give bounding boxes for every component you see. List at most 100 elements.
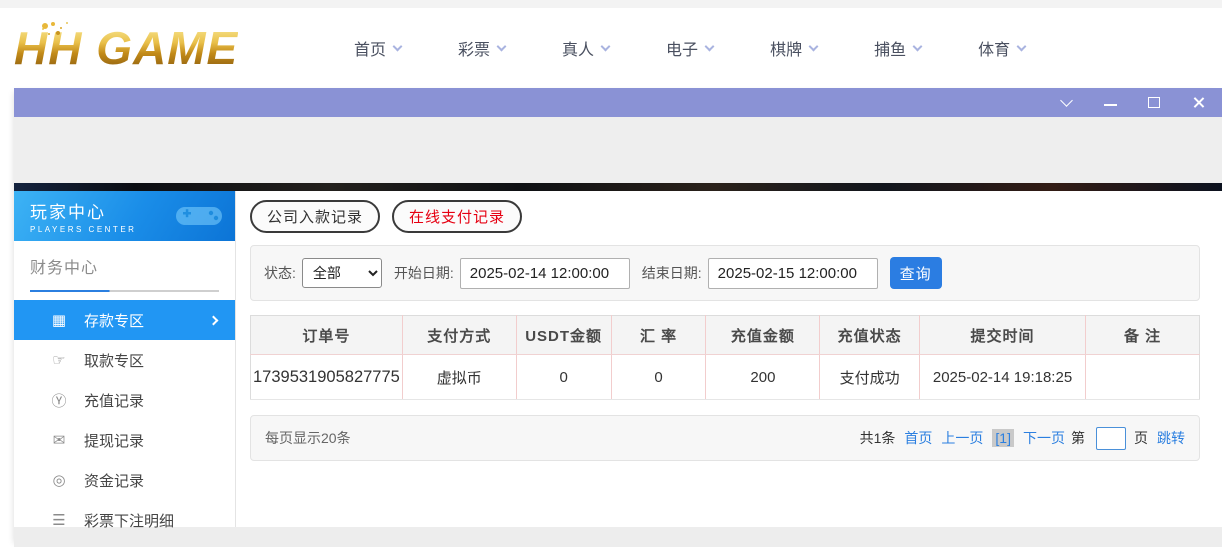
workspace-blank-area [14,117,1222,183]
brand-logo[interactable]: HH GAME [14,22,284,74]
end-date-label: 结束日期: [641,265,702,281]
chevron-down-icon [912,41,923,51]
payment-records-table: 订单号 支付方式 USDT金额 汇 率 充值金额 充值状态 提交时间 备 注 1… [250,315,1200,400]
jump-prefix-text: 第 [1071,430,1085,446]
jump-button[interactable]: 跳转 [1157,428,1185,448]
col-payment-method: 支付方式 [402,315,517,355]
content-area: 公司入款记录 在线支付记录 状态: 全部 开始日期: 结束日期: 查询 [236,191,1222,527]
sidebar-item-funds-records[interactable]: ◎ 资金记录 [14,460,235,500]
tab-online-payment-records[interactable]: 在线支付记录 [392,200,523,233]
filter-panel: 状态: 全部 开始日期: 结束日期: 查询 [250,245,1200,301]
start-date-label: 开始日期: [393,265,454,281]
chevron-down-icon [600,41,611,51]
players-center-header: 玩家中心 PLAYERS CENTER [14,191,235,241]
chevron-right-icon [208,315,219,325]
site-header: HH GAME 首页 彩票 真人 电子 棋牌 捕鱼 体育 [0,8,1222,88]
col-usdt-amount: USDT金额 [516,315,612,355]
nav-item-live[interactable]: 真人 [562,36,611,60]
sidebar-item-withdraw-zone[interactable]: ☞ 取款专区 [14,340,235,380]
section-underline [30,290,219,292]
deposit-card-icon: ▦ [51,312,67,329]
chevron-down-icon [1059,94,1073,107]
cell-exchange-rate: 0 [611,354,707,400]
sidebar-item-label: 充值记录 [84,392,145,410]
window-titlebar [14,88,1222,117]
table-row: 1739531905827775 虚拟币 0 0 200 支付成功 2025-0… [250,354,1200,400]
maximize-icon [1148,97,1160,108]
chevron-down-icon [496,41,507,51]
page-top-strip [0,0,1222,8]
close-icon [1192,96,1205,109]
chevron-down-icon [392,41,403,51]
sidebar-item-label: 取款专区 [84,352,145,370]
money-bag-icon: Ⓨ [51,392,67,410]
logo-sparkle-decoration [42,23,48,29]
sidebar-item-lottery-bet-details[interactable]: ☰ 彩票下注明细 [14,500,235,540]
next-page-link[interactable]: 下一页 [1023,428,1065,448]
cell-order-no: 1739531905827775 [250,354,403,400]
cell-recharge-amount: 200 [705,354,821,400]
sidebar-item-recharge-records[interactable]: Ⓨ 充值记录 [14,380,235,420]
window-minimize-button[interactable] [1100,95,1120,111]
col-submit-time: 提交时间 [919,315,1087,355]
chevron-down-icon [704,41,715,51]
cell-recharge-status: 支付成功 [819,354,920,400]
nav-item-slots[interactable]: 电子 [666,36,715,60]
nav-item-home[interactable]: 首页 [354,36,403,60]
sidebar-menu: ▦ 存款专区 ☞ 取款专区 Ⓨ 充值记录 ✉ 提现记录 ◎ 资金记录 ☰ 彩票下… [14,300,235,540]
sidebar-item-label: 彩票下注明细 [84,512,175,530]
cell-submit-time: 2025-02-14 19:18:25 [919,354,1087,400]
minimize-icon [1103,103,1117,106]
tab-company-deposit-records[interactable]: 公司入款记录 [250,200,381,233]
app-window: 玩家中心 PLAYERS CENTER 财务中心 ▦ 存款专区 ☞ 取款专区 Ⓨ… [14,88,1222,547]
wallet-icon: ✉ [52,432,66,449]
sidebar-item-label: 提现记录 [84,432,145,450]
sidebar-item-label: 资金记录 [84,472,145,490]
nav-item-cards[interactable]: 棋牌 [770,36,819,60]
chevron-down-icon [1016,41,1027,51]
col-order-no: 订单号 [250,315,403,355]
total-count-text: 共1条 [859,430,896,446]
bet-list-icon: ☰ [52,512,66,529]
cell-usdt-amount: 0 [516,354,612,400]
first-page-link[interactable]: 首页 [904,428,932,448]
pagination-panel: 每页显示20条 共1条 首页 上一页 [1] 下一页 第 页 跳转 [250,415,1200,461]
search-button[interactable]: 查询 [889,257,942,289]
finance-center-section: 财务中心 [14,241,235,292]
record-tabs: 公司入款记录 在线支付记录 [250,200,1200,233]
banner-divider-strip [14,183,1222,191]
sidebar-item-withdrawal-records[interactable]: ✉ 提现记录 [14,420,235,460]
start-date-input[interactable] [459,257,630,289]
sidebar-item-label: 存款专区 [84,312,145,330]
finance-center-label: 财务中心 [30,260,99,277]
sidebar-item-deposit-zone[interactable]: ▦ 存款专区 [14,300,235,340]
sidebar: 玩家中心 PLAYERS CENTER 财务中心 ▦ 存款专区 ☞ 取款专区 Ⓨ… [14,191,236,530]
col-recharge-status: 充值状态 [819,315,920,355]
end-date-input[interactable] [707,257,878,289]
col-remark: 备 注 [1085,315,1200,355]
cell-remark [1085,354,1200,400]
jump-suffix-text: 页 [1134,430,1148,446]
chevron-down-icon [808,41,819,51]
nav-item-lottery[interactable]: 彩票 [458,36,507,60]
main-nav: 首页 彩票 真人 电子 棋牌 捕鱼 体育 [354,36,1027,60]
logo-text: HH GAME [14,22,239,74]
withdraw-hand-icon: ☞ [52,352,66,369]
page-size-text: 每页显示20条 [265,430,351,446]
nav-item-fishing[interactable]: 捕鱼 [874,36,923,60]
status-select[interactable]: 全部 [301,258,382,288]
page-jump-input[interactable] [1096,426,1126,450]
col-recharge-amount: 充值金额 [705,315,821,355]
nav-item-sports[interactable]: 体育 [978,36,1027,60]
col-exchange-rate: 汇 率 [611,315,707,355]
table-header-row: 订单号 支付方式 USDT金额 汇 率 充值金额 充值状态 提交时间 备 注 [250,315,1200,355]
window-collapse-button[interactable] [1056,94,1076,111]
window-maximize-button[interactable] [1144,95,1164,111]
funds-coin-icon: ◎ [52,472,66,489]
current-page-indicator: [1] [992,429,1014,447]
prev-page-link[interactable]: 上一页 [941,428,983,448]
window-close-button[interactable] [1188,95,1208,111]
cell-payment-method: 虚拟币 [402,354,517,400]
pager: 共1条 首页 上一页 [1] 下一页 第 页 跳转 [859,426,1185,450]
status-label: 状态: [264,265,296,281]
